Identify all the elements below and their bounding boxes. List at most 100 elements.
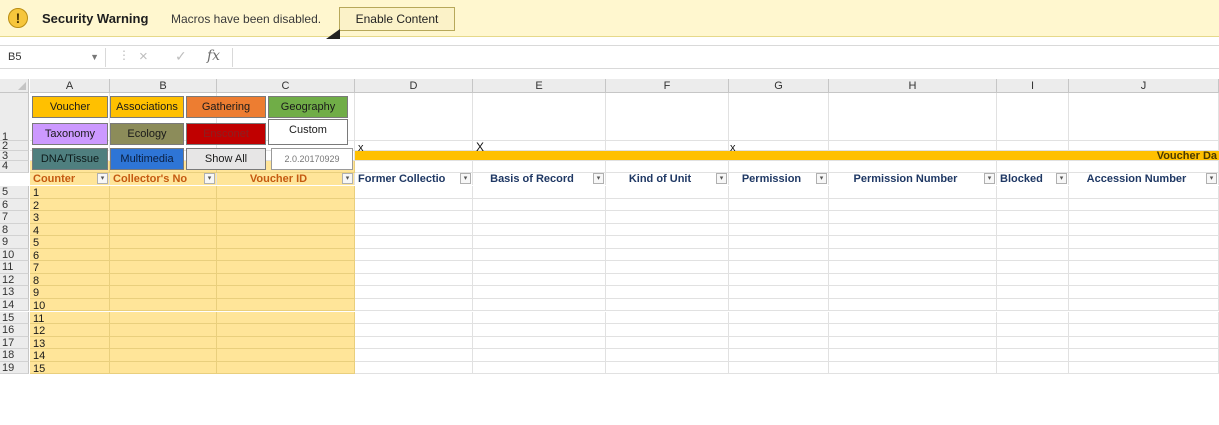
voucher-button[interactable]: Voucher [32, 96, 108, 118]
cell[interactable] [606, 298, 729, 312]
cell[interactable] [997, 236, 1069, 249]
cell[interactable] [997, 186, 1069, 199]
cell[interactable] [997, 223, 1069, 237]
cell[interactable] [217, 223, 355, 237]
cell[interactable] [729, 198, 829, 212]
cell[interactable] [217, 361, 355, 375]
enable-content-button[interactable]: Enable Content [339, 7, 455, 31]
cell[interactable] [997, 248, 1069, 262]
cell[interactable] [355, 198, 473, 212]
cell[interactable] [829, 186, 997, 199]
cell[interactable] [217, 349, 355, 362]
cell[interactable] [606, 311, 729, 325]
cell[interactable] [473, 186, 606, 199]
header-collector-s-no[interactable]: Collector's No ▾ [110, 173, 217, 185]
cell[interactable] [473, 273, 606, 287]
cell[interactable] [1069, 236, 1219, 249]
filter-dropdown-icon[interactable]: ▾ [984, 173, 995, 184]
cell[interactable] [1069, 336, 1219, 350]
cell[interactable] [473, 93, 606, 141]
associations-button[interactable]: Associations [110, 96, 184, 118]
cell[interactable] [606, 223, 729, 237]
cell[interactable] [355, 211, 473, 224]
name-box[interactable]: B5 ▼ [2, 48, 106, 67]
cell[interactable] [217, 236, 355, 249]
cell[interactable] [217, 324, 355, 337]
cell[interactable] [997, 198, 1069, 212]
cell[interactable] [729, 311, 829, 325]
cell[interactable] [729, 141, 829, 151]
cell[interactable] [473, 236, 606, 249]
cell[interactable] [606, 93, 729, 141]
cell[interactable] [473, 161, 606, 173]
cell[interactable] [473, 261, 606, 274]
cell[interactable] [355, 349, 473, 362]
cell[interactable] [217, 261, 355, 274]
cell[interactable] [1069, 286, 1219, 299]
cell[interactable] [729, 211, 829, 224]
row-header-8[interactable]: 8 [0, 223, 29, 237]
cell[interactable] [606, 286, 729, 299]
cell[interactable] [110, 261, 217, 274]
cell[interactable] [30, 223, 110, 237]
cell[interactable] [217, 298, 355, 312]
column-header-d[interactable]: D [355, 79, 473, 93]
header-voucher-id[interactable]: Voucher ID ▾ [217, 173, 355, 185]
cell[interactable] [829, 211, 997, 224]
column-header-i[interactable]: I [997, 79, 1069, 93]
column-header-b[interactable]: B [110, 79, 217, 93]
cell[interactable] [729, 286, 829, 299]
cell[interactable] [997, 361, 1069, 375]
cell[interactable] [355, 186, 473, 199]
cell[interactable] [997, 349, 1069, 362]
cell[interactable] [606, 211, 729, 224]
cell[interactable] [729, 273, 829, 287]
cell[interactable] [473, 223, 606, 237]
column-header-h[interactable]: H [829, 79, 997, 93]
cell[interactable] [473, 349, 606, 362]
cell[interactable] [829, 298, 997, 312]
cell[interactable] [355, 273, 473, 287]
column-header-g[interactable]: G [729, 79, 829, 93]
cell[interactable] [355, 361, 473, 375]
header-counter[interactable]: Counter ▾ [30, 173, 110, 185]
filter-dropdown-icon[interactable]: ▾ [460, 173, 471, 184]
cell[interactable] [355, 261, 473, 274]
cell[interactable] [355, 248, 473, 262]
cell[interactable] [473, 248, 606, 262]
row-header-9[interactable]: 9 [0, 236, 29, 249]
taxonomy-button[interactable]: Taxonomy [32, 123, 108, 145]
cell[interactable] [110, 298, 217, 312]
column-header-f[interactable]: F [606, 79, 729, 93]
cell[interactable] [829, 324, 997, 337]
cell[interactable] [729, 336, 829, 350]
row-header-13[interactable]: 13 [0, 286, 29, 299]
row-header-18[interactable]: 18 [0, 349, 29, 362]
column-header-e[interactable]: E [473, 79, 606, 93]
filter-dropdown-icon[interactable]: ▾ [593, 173, 604, 184]
cell[interactable] [355, 311, 473, 325]
multimedia-button[interactable]: Multimedia [110, 148, 184, 170]
cell[interactable] [829, 336, 997, 350]
cell[interactable] [110, 349, 217, 362]
cell[interactable] [110, 223, 217, 237]
cell[interactable] [606, 361, 729, 375]
cell[interactable] [217, 198, 355, 212]
cell[interactable] [997, 298, 1069, 312]
cell[interactable] [217, 211, 355, 224]
cell[interactable] [217, 248, 355, 262]
row-header-5[interactable]: 5 [0, 186, 29, 199]
chevron-down-icon[interactable]: ▼ [90, 48, 99, 67]
cell[interactable] [110, 236, 217, 249]
row-header-11[interactable]: 11 [0, 261, 29, 274]
cell[interactable] [606, 336, 729, 350]
cell[interactable] [606, 248, 729, 262]
cell[interactable] [110, 211, 217, 224]
cell[interactable] [355, 298, 473, 312]
cell[interactable] [1069, 93, 1219, 141]
cell[interactable] [217, 273, 355, 287]
cell[interactable] [110, 336, 217, 350]
cell[interactable] [473, 324, 606, 337]
ecology-button[interactable]: Ecology [110, 123, 184, 145]
cell[interactable] [829, 141, 997, 151]
